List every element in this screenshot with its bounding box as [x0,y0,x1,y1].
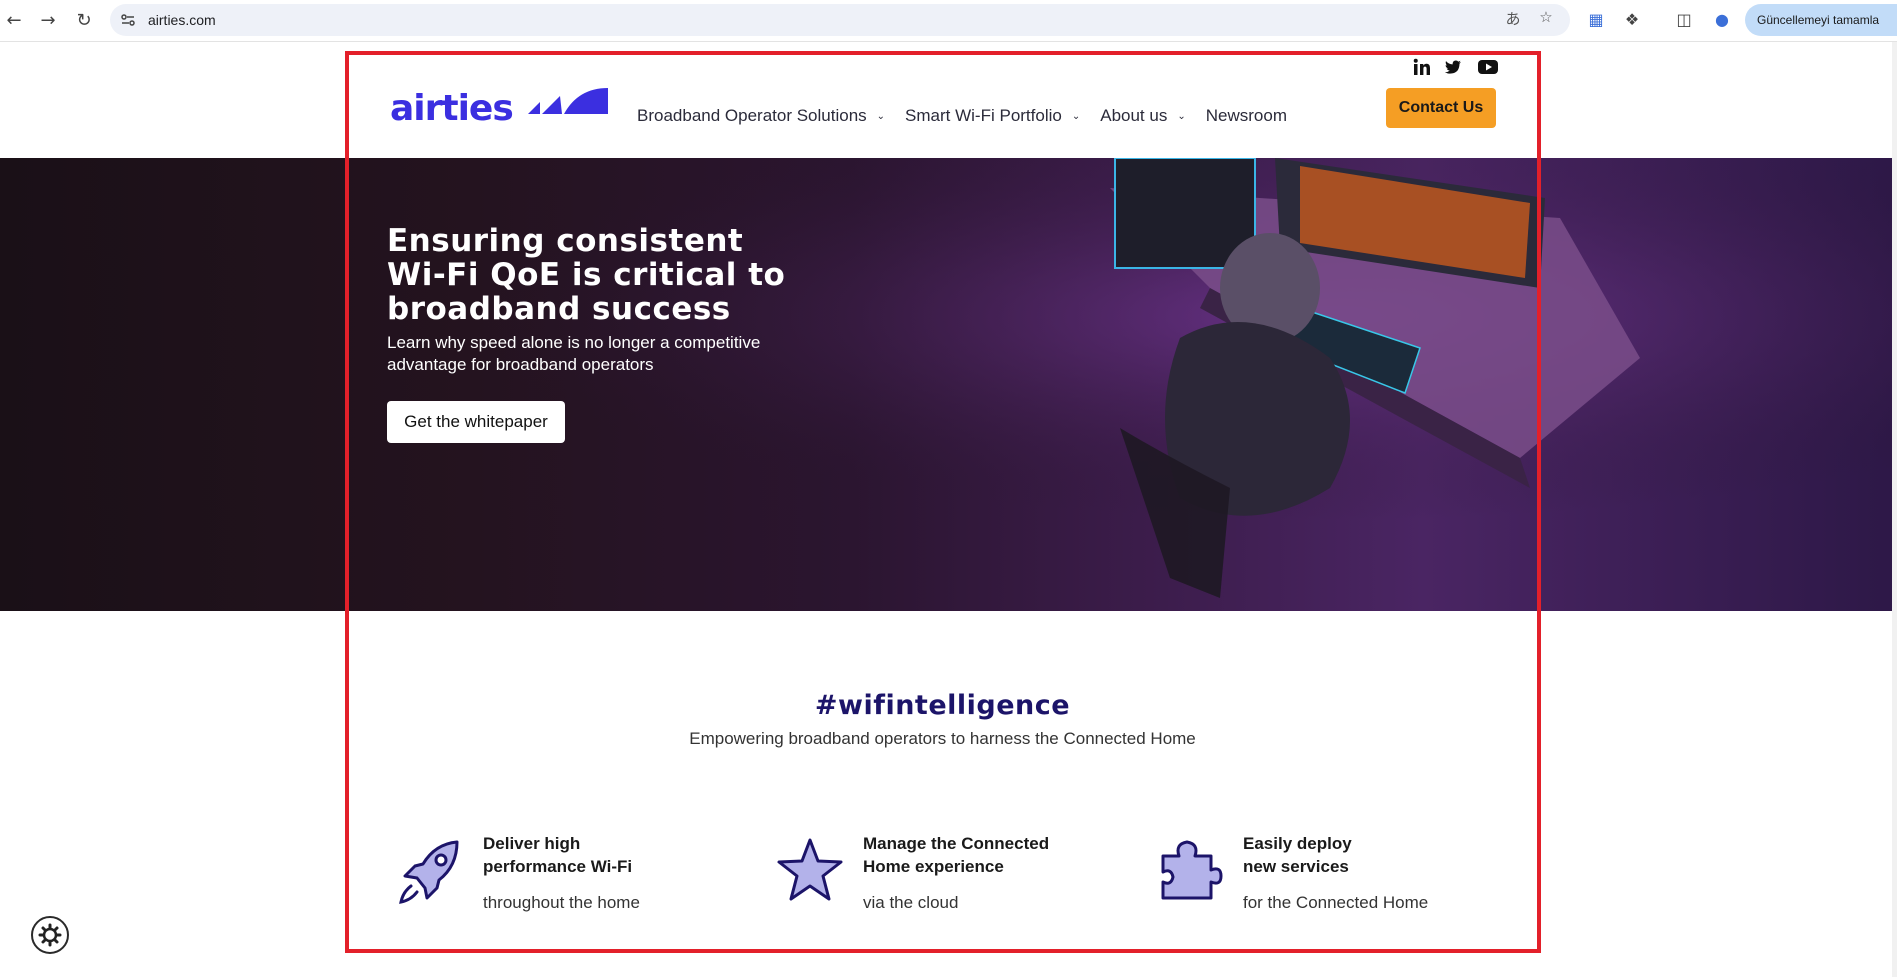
feature-title: Deliver high performance Wi-Fi [483,834,633,876]
update-button[interactable]: Güncellemeyi tamamla [1745,4,1897,36]
site-info-icon[interactable] [120,12,136,28]
feature-title: Easily deploy new services [1243,834,1352,876]
side-panel-icon[interactable]: ◫ [1674,10,1694,30]
feature-description: throughout the home [483,893,640,912]
star-icon [777,838,843,901]
feature-description: via the cloud [863,893,959,912]
nav-about-us[interactable]: About us ⌄ [1100,106,1186,126]
linkedin-icon[interactable] [1413,58,1431,76]
section-subtitle: Empowering broadband operators to harnes… [689,729,1196,748]
extension-translate-icon[interactable]: ▦ [1586,10,1606,30]
feature-description: for the Connected Home [1243,893,1429,912]
profile-icon[interactable]: ● [1712,10,1732,30]
cookie-settings-button[interactable] [31,916,69,954]
section-title: #wifintelligence [814,690,1071,721]
svg-text:airties: airties [390,88,513,126]
airties-logo[interactable]: airties [390,86,610,126]
chevron-down-icon: ⌄ [1071,110,1081,122]
address-bar[interactable]: airties.com [110,4,1570,36]
nav-label: Broadband Operator Solutions [637,106,867,125]
feature-card: Easily deploy new services for the Conne… [1155,826,1515,916]
get-whitepaper-button[interactable]: Get the whitepaper [387,401,565,443]
youtube-icon[interactable] [1478,58,1498,76]
url-text: airties.com [148,12,216,28]
hero-title-line: Wi-Fi QoE is critical to [387,257,786,293]
translate-icon[interactable]: あ [1503,8,1523,28]
hero-subtitle: Learn why speed alone is no longer a com… [387,333,761,374]
hero-title-line: Ensuring consistent [387,223,744,259]
gear-icon [38,923,62,947]
nav-label: Smart Wi-Fi Portfolio [905,106,1062,125]
page-scrollbar[interactable] [1892,42,1897,977]
puzzle-icon [1161,840,1223,900]
back-icon[interactable]: ← [2,8,26,32]
browser-toolbar: ← → ↻ airties.com あ ☆ ▦ ❖ ◫ ● Güncelleme… [0,0,1897,42]
chevron-down-icon: ⌄ [1177,110,1186,122]
twitter-icon[interactable] [1444,58,1462,76]
forward-icon[interactable]: → [36,8,60,32]
nav-broadband-operator-solutions[interactable]: Broadband Operator Solutions ⌄ [637,106,885,126]
hero-background-image [0,158,1897,611]
hero-banner: Ensuring consistent Wi-Fi QoE is critica… [0,158,1897,611]
bookmark-star-icon[interactable]: ☆ [1536,8,1556,28]
hero-title: Ensuring consistent Wi-Fi QoE is critica… [387,224,847,326]
nav-label: About us [1100,106,1168,125]
nav-smart-wifi-portfolio[interactable]: Smart Wi-Fi Portfolio ⌄ [905,106,1080,126]
main-nav: Broadband Operator Solutions ⌄ Smart Wi-… [637,106,1307,126]
nav-newsroom[interactable]: Newsroom [1206,106,1287,126]
rocket-icon [399,840,459,904]
reload-icon[interactable]: ↻ [72,8,96,32]
feature-card: Manage the Connected Home experience via… [775,826,1135,916]
extensions-puzzle-icon[interactable]: ❖ [1622,10,1642,30]
site-header: airties Broadband Operator Solutions ⌄ S… [0,42,1897,158]
chevron-down-icon: ⌄ [876,110,886,122]
feature-card: Deliver high performance Wi-Fi throughou… [395,826,755,916]
nav-label: Newsroom [1205,106,1287,125]
feature-title: Manage the Connected Home experience [863,834,1050,876]
hero-title-line: broadband success [387,291,731,327]
contact-us-button[interactable]: Contact Us [1386,88,1496,128]
